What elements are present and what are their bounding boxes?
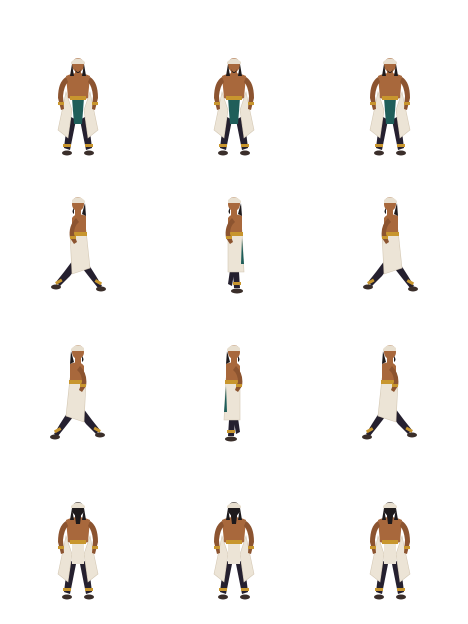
character-sprite (51, 197, 106, 292)
character-sprite (223, 345, 243, 442)
sprite-frame-back-1 (0, 464, 156, 620)
character-sprite (369, 58, 411, 156)
sprite-frame-front-1 (0, 20, 156, 176)
sprite-frame-left-1 (0, 164, 156, 320)
character-sprite (362, 345, 417, 440)
sprite-frame-front-2 (156, 20, 312, 176)
sprite-frame-front-3 (312, 20, 468, 176)
character-sprite (57, 58, 99, 156)
character-sprite (213, 58, 255, 156)
sprite-sheet (0, 0, 468, 624)
character-sprite (50, 345, 105, 440)
sprite-frame-right-3 (312, 312, 468, 468)
character-sprite (213, 502, 255, 600)
sprite-frame-right-2 (156, 312, 312, 468)
sprite-frame-back-3 (312, 464, 468, 620)
sprite-frame-left-2 (156, 164, 312, 320)
character-sprite (57, 502, 99, 600)
character-sprite (225, 197, 245, 294)
sprite-frame-back-2 (156, 464, 312, 620)
character-sprite (369, 502, 411, 600)
character-sprite (363, 197, 418, 292)
sprite-frame-right-1 (0, 312, 156, 468)
sprite-frame-left-3 (312, 164, 468, 320)
